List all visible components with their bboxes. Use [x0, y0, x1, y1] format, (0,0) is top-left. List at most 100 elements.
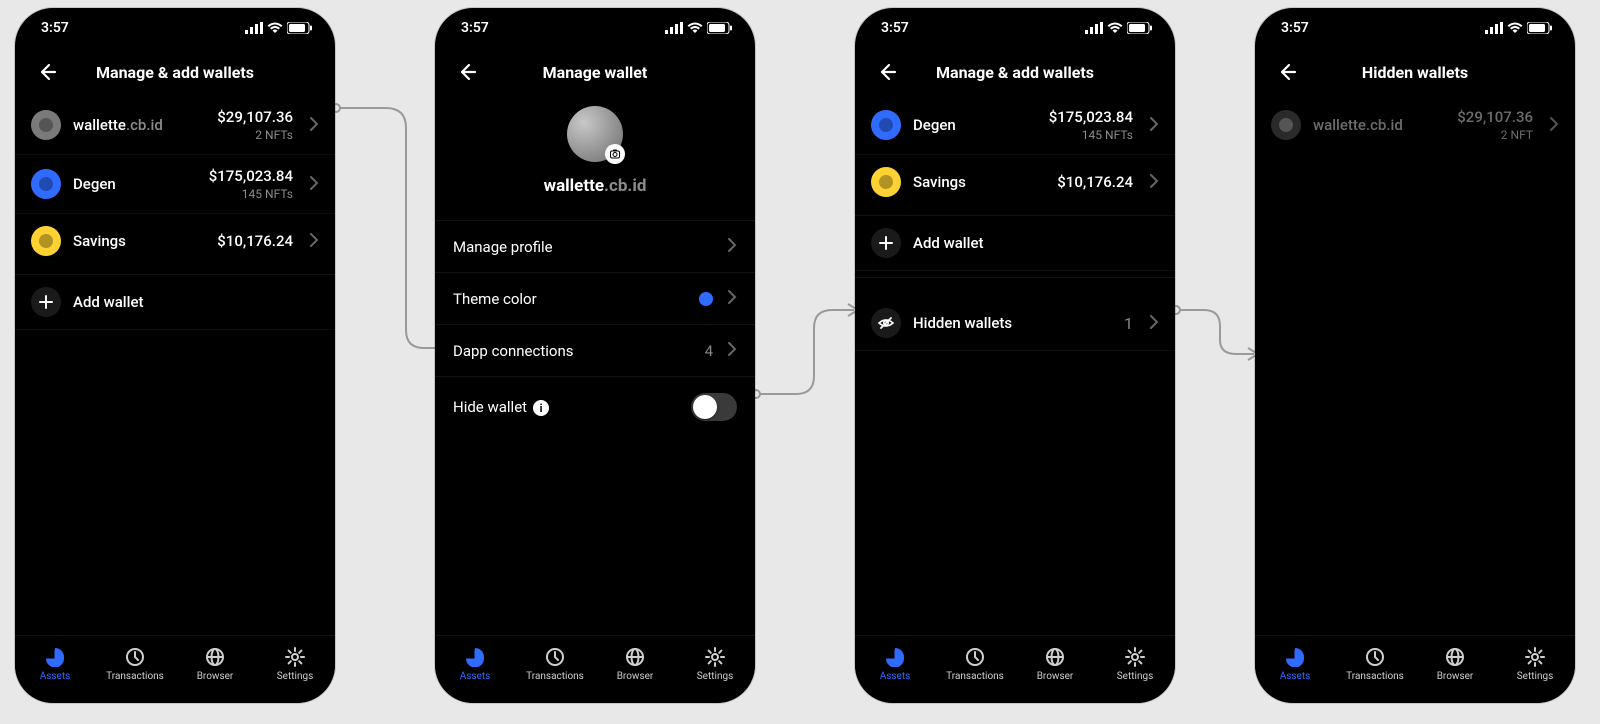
status-time: 3:57 [41, 20, 69, 36]
back-button[interactable] [33, 58, 61, 86]
theme-color-row[interactable]: Theme color [435, 272, 755, 324]
add-wallet-button[interactable]: Add wallet [855, 215, 1175, 271]
wallet-row[interactable]: Degen $175,023.84 145 NFTs [855, 96, 1175, 155]
tabbar: Assets Transactions Browser Settings [435, 635, 755, 703]
statusbar: 3:57 [435, 8, 755, 48]
status-time: 3:57 [461, 20, 489, 36]
tab-transactions[interactable]: Transactions [515, 636, 595, 693]
dapp-count: 4 [705, 342, 713, 360]
status-time: 3:57 [1281, 20, 1309, 36]
wallet-sub: 2 NFT [1457, 128, 1533, 142]
status-indicators [1085, 22, 1153, 34]
hidden-wallet-list: wallette.cb.id $29,107.36 2 NFT [1255, 96, 1575, 154]
chevron-right-icon [1149, 116, 1159, 135]
hide-wallet-toggle[interactable] [691, 393, 737, 421]
wallet-name: Degen [913, 116, 1037, 134]
camera-icon [605, 144, 625, 164]
statusbar: 3:57 [1255, 8, 1575, 48]
clock-icon [545, 647, 565, 667]
wallet-avatar-icon [31, 226, 61, 256]
wallet-row[interactable]: Savings $10,176.24 [855, 155, 1175, 209]
wallet-value: $175,023.84 [1049, 108, 1133, 126]
wallet-name: wallette.cb.id [1313, 116, 1445, 134]
pie-icon [465, 647, 485, 667]
wallet-avatar-icon [871, 167, 901, 197]
tab-settings[interactable]: Settings [1095, 636, 1175, 693]
chevron-right-icon [309, 232, 319, 251]
chevron-right-icon [727, 341, 737, 360]
globe-icon [1045, 647, 1065, 667]
screen-manage-and-add-2: 3:57 Manage & add wallets Degen $175,023… [855, 8, 1175, 703]
clock-icon [125, 647, 145, 667]
status-time: 3:57 [881, 20, 909, 36]
dapp-connections-row[interactable]: Dapp connections 4 [435, 324, 755, 376]
profile-card: wallette.cb.id [435, 96, 755, 220]
back-button[interactable] [453, 58, 481, 86]
wallet-list: Degen $175,023.84 145 NFTs Savings $10,1… [855, 96, 1175, 209]
header: Manage & add wallets [855, 48, 1175, 96]
tab-browser[interactable]: Browser [595, 636, 675, 693]
globe-icon [1445, 647, 1465, 667]
chevron-right-icon [727, 289, 737, 308]
status-indicators [245, 22, 313, 34]
tab-settings[interactable]: Settings [255, 636, 335, 693]
tab-settings[interactable]: Settings [675, 636, 755, 693]
chevron-right-icon [727, 237, 737, 256]
profile-avatar[interactable] [567, 106, 623, 162]
tab-assets[interactable]: Assets [15, 636, 95, 693]
theme-color-dot [699, 292, 713, 306]
gear-icon [705, 647, 725, 667]
wallet-value: $29,107.36 [1457, 108, 1533, 126]
globe-icon [625, 647, 645, 667]
wifi-icon [267, 22, 283, 34]
wallet-avatar-icon [31, 169, 61, 199]
chevron-right-icon [309, 175, 319, 194]
header: Manage wallet [435, 48, 755, 96]
wallet-value: $10,176.24 [217, 232, 293, 250]
tab-transactions[interactable]: Transactions [935, 636, 1015, 693]
tabbar: Assets Transactions Browser Settings [1255, 635, 1575, 703]
tab-browser[interactable]: Browser [1415, 636, 1495, 693]
add-wallet-button[interactable]: Add wallet [15, 274, 335, 330]
tab-transactions[interactable]: Transactions [95, 636, 175, 693]
wallet-avatar-icon [31, 110, 61, 140]
wallet-avatar-icon [871, 110, 901, 140]
wallet-row[interactable]: wallette.cb.id $29,107.36 2 NFT [1255, 96, 1575, 154]
tabbar: Assets Transactions Browser Settings [855, 635, 1175, 703]
gear-icon [1525, 647, 1545, 667]
gear-icon [1125, 647, 1145, 667]
tab-settings[interactable]: Settings [1495, 636, 1575, 693]
battery-icon [287, 22, 313, 34]
back-button[interactable] [873, 58, 901, 86]
clock-icon [965, 647, 985, 667]
wallet-row[interactable]: Degen $175,023.84 145 NFTs [15, 155, 335, 214]
tab-assets[interactable]: Assets [1255, 636, 1335, 693]
wallet-row[interactable]: wallette.cb.id $29,107.36 2 NFTs [15, 96, 335, 155]
signal-icon [665, 22, 683, 34]
tab-assets[interactable]: Assets [435, 636, 515, 693]
wallet-row[interactable]: Savings $10,176.24 [15, 214, 335, 268]
manage-profile-row[interactable]: Manage profile [435, 220, 755, 272]
back-arrow-icon [1277, 62, 1297, 82]
screen-manage-wallet: 3:57 Manage wallet wallette.cb.id Manage… [435, 8, 755, 703]
wallet-name: Savings [913, 173, 1045, 191]
battery-icon [1127, 22, 1153, 34]
back-button[interactable] [1273, 58, 1301, 86]
tab-transactions[interactable]: Transactions [1335, 636, 1415, 693]
hidden-wallets-label: Hidden wallets [913, 314, 1112, 332]
hidden-wallets-row[interactable]: Hidden wallets 1 [855, 296, 1175, 351]
wallet-sub: 145 NFTs [209, 187, 293, 201]
chevron-right-icon [1549, 116, 1559, 135]
wifi-icon [687, 22, 703, 34]
tab-browser[interactable]: Browser [175, 636, 255, 693]
tabbar: Assets Transactions Browser Settings [15, 635, 335, 703]
info-icon[interactable]: i [533, 400, 549, 416]
tab-browser[interactable]: Browser [1015, 636, 1095, 693]
header: Hidden wallets [1255, 48, 1575, 96]
hidden-wallets-count: 1 [1124, 314, 1133, 333]
tab-assets[interactable]: Assets [855, 636, 935, 693]
back-arrow-icon [877, 62, 897, 82]
wallet-value: $10,176.24 [1057, 173, 1133, 191]
wallet-avatar-icon [1271, 110, 1301, 140]
wifi-icon [1507, 22, 1523, 34]
